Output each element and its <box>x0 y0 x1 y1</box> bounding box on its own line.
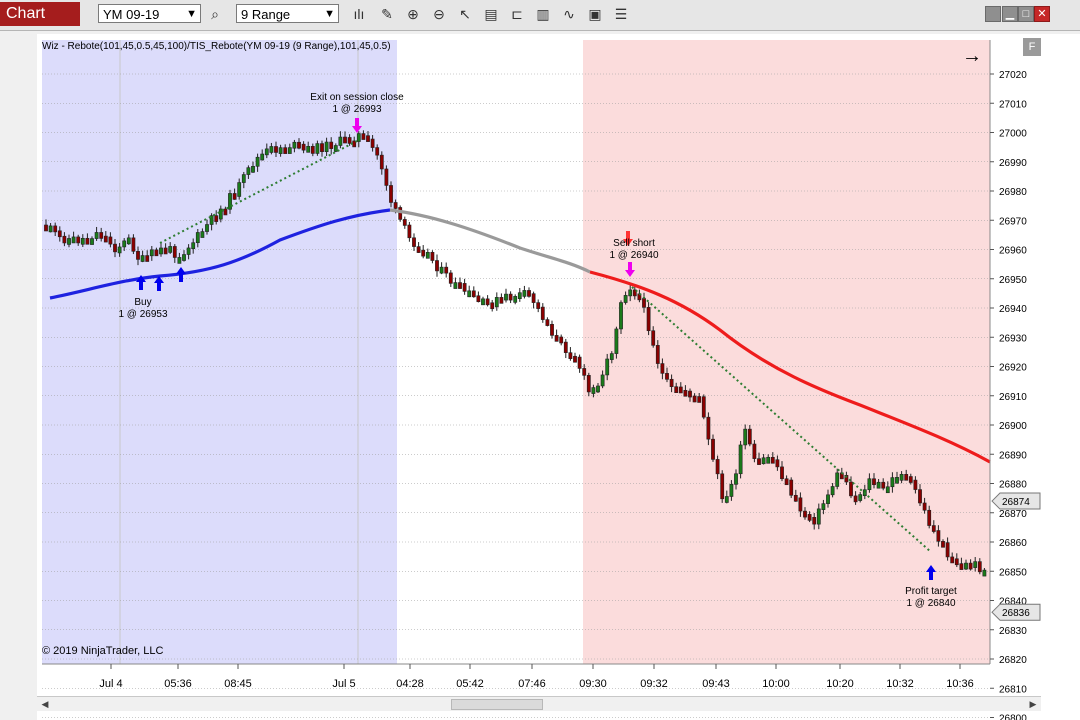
search-icon[interactable]: ⌕ <box>206 5 224 23</box>
pencil-icon[interactable]: ✎ <box>378 5 396 23</box>
interval-selector[interactable]: 9 Range ▼ <box>236 4 339 23</box>
window-restore-button[interactable] <box>985 6 1001 22</box>
window-maximize-button[interactable]: □ <box>1018 6 1034 22</box>
data-box-icon[interactable]: ▤ <box>482 5 500 23</box>
pointer-icon[interactable]: ↖ <box>456 5 474 23</box>
scroll-right-icon[interactable]: ▶ <box>1027 698 1039 710</box>
scroll-thumb[interactable] <box>451 699 543 710</box>
chevron-down-icon: ▼ <box>324 8 335 20</box>
strategies-icon[interactable]: ∿ <box>560 5 578 23</box>
horizontal-scrollbar[interactable]: ◀ ▶ <box>37 696 1041 711</box>
chevron-down-icon: ▼ <box>186 8 197 20</box>
scroll-left-icon[interactable]: ◀ <box>39 698 51 710</box>
zoom-in-icon[interactable]: ⊕ <box>404 5 422 23</box>
interval-value: 9 Range <box>241 7 291 22</box>
chart-window-title[interactable]: Chart <box>0 2 80 26</box>
instrument-selector[interactable]: YM 09-19 ▼ <box>98 4 201 23</box>
bar-type-icon[interactable]: ılı <box>350 5 368 23</box>
chart-toolbar: Chart YM 09-19 ▼ ⌕ 9 Range ▼ ılı ✎ ⊕ ⊖ ↖… <box>0 0 1080 31</box>
list-icon[interactable]: ☰ <box>612 5 630 23</box>
chart-properties-button[interactable]: F <box>1023 38 1041 56</box>
time-frame-icon[interactable]: ⊏ <box>508 5 526 23</box>
chart-panel[interactable] <box>37 34 1080 720</box>
window-close-button[interactable]: ✕ <box>1034 6 1050 22</box>
zoom-out-icon[interactable]: ⊖ <box>430 5 448 23</box>
properties-icon[interactable]: ▣ <box>586 5 604 23</box>
indicators-icon[interactable]: ▥ <box>534 5 552 23</box>
window-minimize-button[interactable]: ▁ <box>1002 6 1018 22</box>
instrument-value: YM 09-19 <box>103 7 160 22</box>
